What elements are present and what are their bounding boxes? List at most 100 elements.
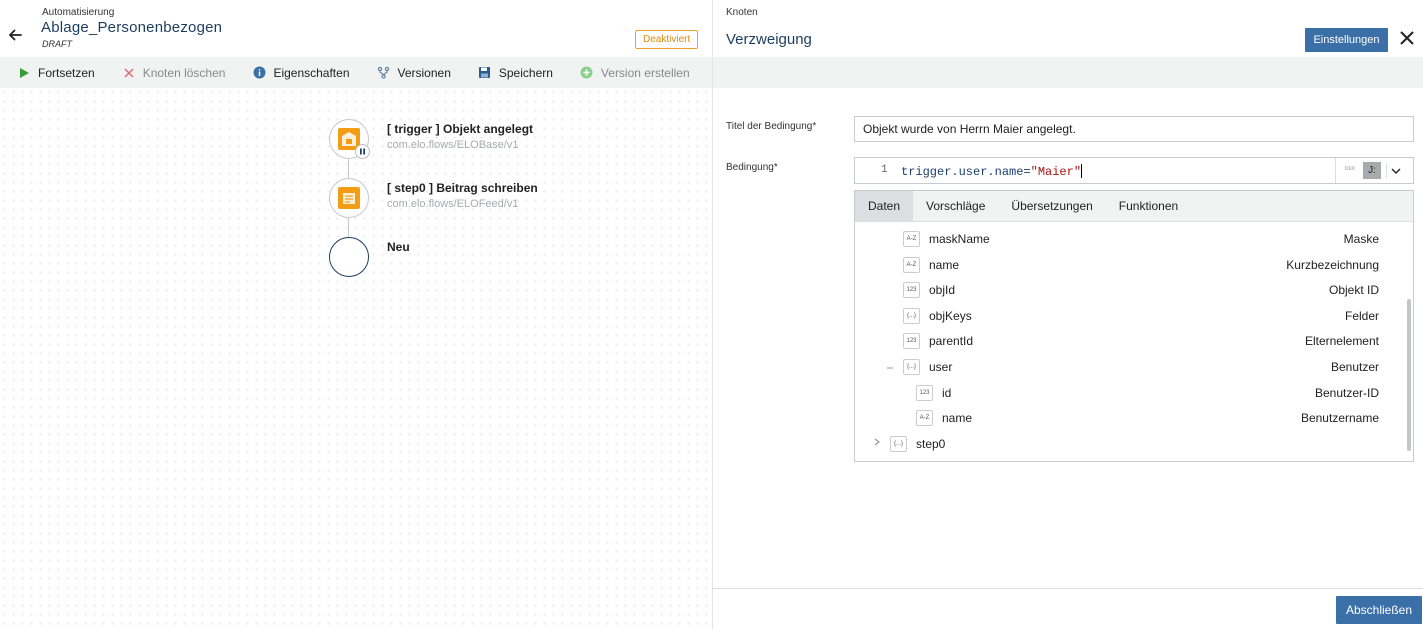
trigger-node[interactable] [329,119,370,159]
close-icon[interactable] [1397,28,1417,48]
tree-field-name: parentId [929,334,974,348]
continue-label: Fortsetzen [38,65,95,80]
step0-node-subtitle: com.elo.flows/ELOFeed/v1 [387,198,519,210]
condition-editor[interactable]: 1 trigger.user.name="Maier" tool J: [854,157,1414,184]
condition-title-input[interactable]: Objekt wurde von Herrn Maier angelegt. [854,116,1414,142]
node-breadcrumb: Knoten [726,7,758,18]
tree-field-name: objId [929,283,956,297]
object-type-icon: {...} [890,436,907,452]
number-type-icon: 123 [903,282,920,298]
tree-row[interactable]: {...} step0 [855,434,1379,454]
tab-vorschlaege[interactable]: Vorschläge [913,191,998,221]
tree-row[interactable]: {...} user Benutzer [855,357,1379,377]
tree-field-desc: Benutzer [1330,360,1379,374]
tab-uebersetzungen[interactable]: Übersetzungen [998,191,1105,221]
trigger-node-title[interactable]: [ trigger ] Objekt angelegt [387,122,533,136]
info-icon [252,66,266,80]
tree-row[interactable]: 123 id Benutzer-ID [855,383,1379,403]
number-type-icon: 123 [903,333,920,349]
condition-label: Bedingung* [726,162,778,173]
connector-line [348,159,349,180]
step0-node-title[interactable]: [ step0 ] Beitrag schreiben [387,181,538,195]
tree-field-desc: Benutzername [1300,411,1379,425]
play-icon [17,66,31,80]
create-version-button[interactable]: Version erstellen [580,66,690,80]
tree-row[interactable]: {...} objKeys Felder [855,306,1379,326]
status-badge[interactable]: Deaktiviert [635,30,699,49]
tree-field-name: name [929,258,960,272]
code-string: "Maier" [1030,165,1082,179]
code-expression: trigger.user.name= [901,165,1031,179]
condition-code[interactable]: trigger.user.name="Maier" [901,164,1083,179]
save-button[interactable]: Speichern [478,66,553,80]
settings-button[interactable]: Einstellungen [1305,28,1388,52]
workflow-pane: Automatisierung Ablage_Personenbezogen D… [0,0,712,629]
flow-canvas[interactable]: [ trigger ] Objekt angelegt com.elo.flow… [0,88,712,629]
tab-funktionen[interactable]: Funktionen [1106,191,1191,221]
tree-field-desc: Maske [1343,232,1379,246]
properties-button[interactable]: Eigenschaften [252,65,350,80]
divider [1386,163,1387,178]
divider [1335,158,1336,183]
tree-field-desc: Kurzbezeichnung [1286,258,1379,272]
text-type-icon: A-Z [903,231,920,247]
workflow-status: DRAFT [42,39,72,49]
finish-button[interactable]: Abschließen [1336,596,1422,624]
create-version-label: Version erstellen [600,65,690,80]
close-icon [122,66,136,80]
tree-row[interactable]: A-Z maskName Maske [855,229,1379,249]
toolbar: Fortsetzen Knoten löschen Eigenschaften … [0,57,712,88]
tree-field-name: name [942,411,973,425]
text-caret [1081,164,1083,178]
node-title: Verzweigung [726,31,812,48]
workflow-title: Ablage_Personenbezogen [41,19,223,36]
chevron-down-icon[interactable] [1388,163,1404,179]
breadcrumb: Automatisierung [42,7,115,18]
tree-row[interactable]: A-Z name Kurzbezeichnung [855,255,1379,275]
tree-field-name: maskName [929,232,990,246]
node-panel: Knoten Verzweigung Einstellungen Titel d… [712,0,1423,629]
new-node-title[interactable]: Neu [387,240,410,254]
tree-field-desc: Benutzer-ID [1314,386,1379,400]
node-panel-header: Knoten Verzweigung Einstellungen [713,0,1423,57]
save-label: Speichern [498,65,553,80]
expanded-toggle-icon[interactable] [886,360,894,373]
line-number: 1 [881,164,888,176]
panel-footer: Abschließen [713,588,1423,629]
tree-field-name: id [942,386,952,400]
chevron-right-icon[interactable] [873,437,881,450]
back-arrow-icon[interactable] [6,26,24,44]
elo-feed-icon [338,187,360,209]
branch-icon [377,66,391,80]
scrollbar[interactable] [1407,299,1411,451]
tab-daten[interactable]: Daten [855,191,914,221]
delete-node-button[interactable]: Knoten löschen [122,66,225,80]
data-explorer: Daten Vorschläge Übersetzungen Funktione… [854,190,1414,462]
trigger-node-subtitle: com.elo.flows/ELOBase/v1 [387,139,519,151]
versions-label: Versionen [397,65,451,80]
tree-row[interactable]: 123 objId Objekt ID [855,280,1379,300]
tree-field-desc: Elternelement [1304,334,1379,348]
tree-row[interactable]: 123 parentId Elternelement [855,331,1379,351]
continue-button[interactable]: Fortsetzen [17,66,95,80]
connector-line [348,218,349,239]
properties-label: Eigenschaften [273,65,350,80]
format-button[interactable]: J: [1363,162,1381,179]
text-type-icon: A-Z [916,410,933,426]
workflow-header: Automatisierung Ablage_Personenbezogen D… [0,0,712,57]
editor-tool-button[interactable]: tool [1345,166,1355,172]
plus-circle-icon [580,66,594,80]
step0-node[interactable] [329,178,369,218]
condition-title-label: Titel der Bedingung* [726,121,817,132]
data-tabs: Daten Vorschläge Übersetzungen Funktione… [855,191,1413,222]
tree-field-name: user [929,360,953,374]
object-type-icon: {...} [903,359,920,375]
pause-icon[interactable] [355,144,370,159]
tree-field-name: step0 [916,437,946,451]
tree-row[interactable]: A-Z name Benutzername [855,408,1379,428]
versions-button[interactable]: Versionen [377,66,451,80]
app-root: Automatisierung Ablage_Personenbezogen D… [0,0,1423,629]
panel-toolbar-band [713,57,1423,88]
number-type-icon: 123 [916,385,933,401]
new-node[interactable] [329,237,369,277]
